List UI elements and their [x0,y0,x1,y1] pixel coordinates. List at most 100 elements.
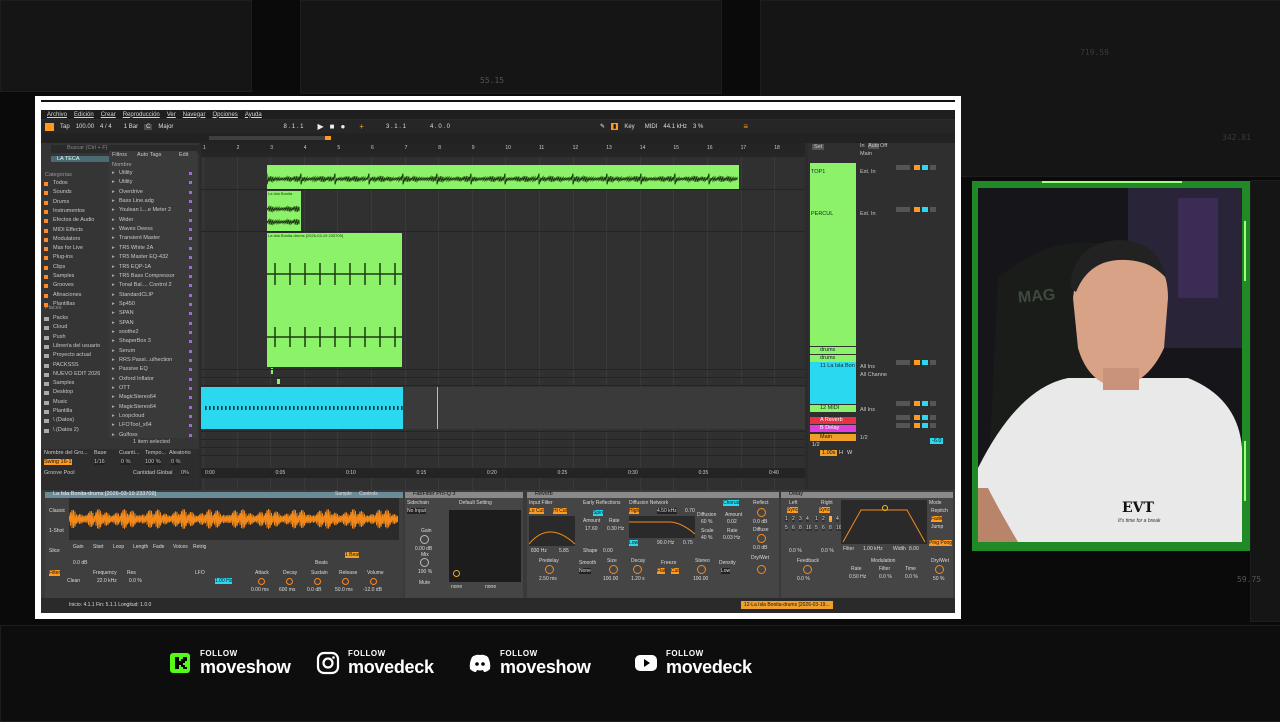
midi-note[interactable] [385,406,387,410]
hi-cut-button[interactable]: Hi Cut [553,508,567,514]
midi-note[interactable] [293,406,295,410]
volume-field[interactable] [896,415,910,420]
midi-note[interactable] [333,406,335,410]
midi-note[interactable] [361,406,363,410]
place-item[interactable]: Cloud [53,324,67,330]
output-main[interactable]: Main [860,151,872,157]
automation-arm-icon[interactable]: + [359,122,364,131]
size-knob[interactable] [609,565,618,574]
drywet-knob[interactable] [757,565,766,574]
expand-arrow-icon[interactable]: ▸ [112,292,115,298]
midi-note[interactable] [289,406,291,410]
groove-random[interactable]: 0 % [171,459,181,465]
place-item[interactable]: Librería del usuario [53,343,100,349]
category-item[interactable]: Drums [53,199,69,205]
expand-arrow-icon[interactable]: ▸ [112,376,115,382]
input-channel[interactable]: All Channe [860,372,887,378]
midi-note[interactable] [309,406,311,410]
track-activator[interactable] [914,360,920,365]
place-item[interactable]: Proyecto actual [53,352,91,358]
output-none[interactable]: none [451,584,462,590]
category-item[interactable]: Efectos de Audio [53,217,94,223]
plugin-item[interactable]: Loopcloud [119,413,144,419]
audio-clip[interactable]: La Isla Bonita-drums [2026-03-19 233709] [267,233,402,367]
delay-beat-left[interactable]: 8 [799,525,802,531]
expand-arrow-icon[interactable]: ▸ [112,179,115,185]
delay-beat-right[interactable]: 4 [836,516,839,522]
low-freq[interactable]: 90.0 Hz [657,540,674,546]
input-freq[interactable]: 830 Hz [531,548,547,554]
envelope-knob[interactable] [342,578,349,585]
midi-clip[interactable] [201,387,403,429]
freeze-label[interactable]: Freeze [661,560,677,566]
mix-value[interactable]: 100 % [418,569,432,575]
midi-note[interactable] [317,406,319,410]
place-item[interactable]: Samples [53,380,74,386]
midi-note[interactable] [253,406,255,410]
gain-value[interactable]: 0.0 dB [73,560,87,566]
input-filter-display[interactable] [528,516,576,546]
midi-note[interactable] [337,406,339,410]
plugin-item[interactable]: soothe2 [119,329,139,335]
lfo-label[interactable]: LFO [195,570,205,576]
plugin-item[interactable]: Oxford Inflator [119,376,154,382]
smooth-select[interactable]: None [579,568,591,574]
right-offset[interactable]: 0.0 % [821,548,834,554]
overview-playhead[interactable] [325,136,331,140]
category-item[interactable]: Modulators [53,236,80,242]
filter-toggle[interactable]: Filtros [112,152,127,158]
plugin-item[interactable]: MagicStereo64 [119,394,156,400]
expand-arrow-icon[interactable]: ▸ [112,235,115,241]
size-value[interactable]: 100.00 [603,576,618,582]
midi-note[interactable] [393,406,395,410]
plugin-item[interactable]: LFOTool_x64 [119,422,152,428]
track-header[interactable]: 12 MIDI [810,405,856,412]
track-name-top1[interactable]: TOP1 [811,169,825,175]
plugin-item[interactable]: Utility [119,179,132,185]
delay-beat-left[interactable]: 3 [799,516,802,522]
sample-tab[interactable]: Sample [335,491,352,497]
expand-arrow-icon[interactable]: ▸ [112,198,115,204]
monitor-off[interactable]: Off [880,143,887,149]
flat-button[interactable]: Flat [657,568,666,574]
arm-button[interactable] [930,360,936,365]
plugin-item[interactable]: Utility [119,170,132,176]
menu-icon[interactable]: ≡ [743,122,748,131]
menu-reproduccion[interactable]: Reproducción [123,112,160,118]
plugin-item[interactable]: MagicStereo64 [119,404,156,410]
filter-toggle[interactable]: Filter [843,546,854,552]
envelope-value[interactable]: 600 ms [279,587,295,593]
sidechain-input[interactable]: No Input [407,508,426,514]
filter-freq[interactable]: 1.00 kHz [863,546,883,552]
midi-note[interactable] [325,406,327,410]
plugin-item[interactable]: Youlean L...e Meter 2 [119,207,171,213]
pencil-icon[interactable]: ✎ [600,123,605,130]
place-item[interactable]: Plantilla [53,408,72,414]
bar-ruler[interactable]: 1 2 3 4 5 6 7 8 9 10 11 12 13 14 15 16 17 18 [201,143,805,153]
midi-note[interactable] [237,406,239,410]
midi-note[interactable] [229,406,231,410]
mod-filter-value[interactable]: 0.0 % [879,574,892,580]
category-item[interactable]: Samples [53,273,74,279]
delay-beat-right[interactable]: 5 [815,525,818,531]
loop-length-value[interactable]: 1 Beat [345,552,360,558]
plugin-item[interactable]: StandardCLIP [119,292,154,298]
place-item[interactable]: NUEVO EDIT 2026 [53,371,100,377]
reflect-knob[interactable] [757,508,766,517]
menu-edicion[interactable]: Edición [74,112,94,118]
midi-note[interactable] [277,406,279,410]
small-clip[interactable] [277,379,280,384]
category-item[interactable]: MIDI Effects [53,227,83,233]
scale-select[interactable]: Major [158,124,173,130]
menu-ver[interactable]: Ver [167,112,176,118]
expand-arrow-icon[interactable]: ▸ [112,170,115,176]
plugin-item[interactable]: TR5 White 2A [119,245,153,251]
expand-arrow-icon[interactable]: ▸ [112,338,115,344]
plugin-item[interactable]: SPAN [119,320,134,326]
res-value[interactable]: 0.0 % [129,578,142,584]
key-select[interactable]: C [144,123,153,130]
plugin-item[interactable]: Serum [119,348,135,354]
midi-note[interactable] [217,406,219,410]
track-header[interactable]: 11 La Isla Bon [810,362,856,404]
lo-cut-button[interactable]: Lo Cut [529,508,544,514]
